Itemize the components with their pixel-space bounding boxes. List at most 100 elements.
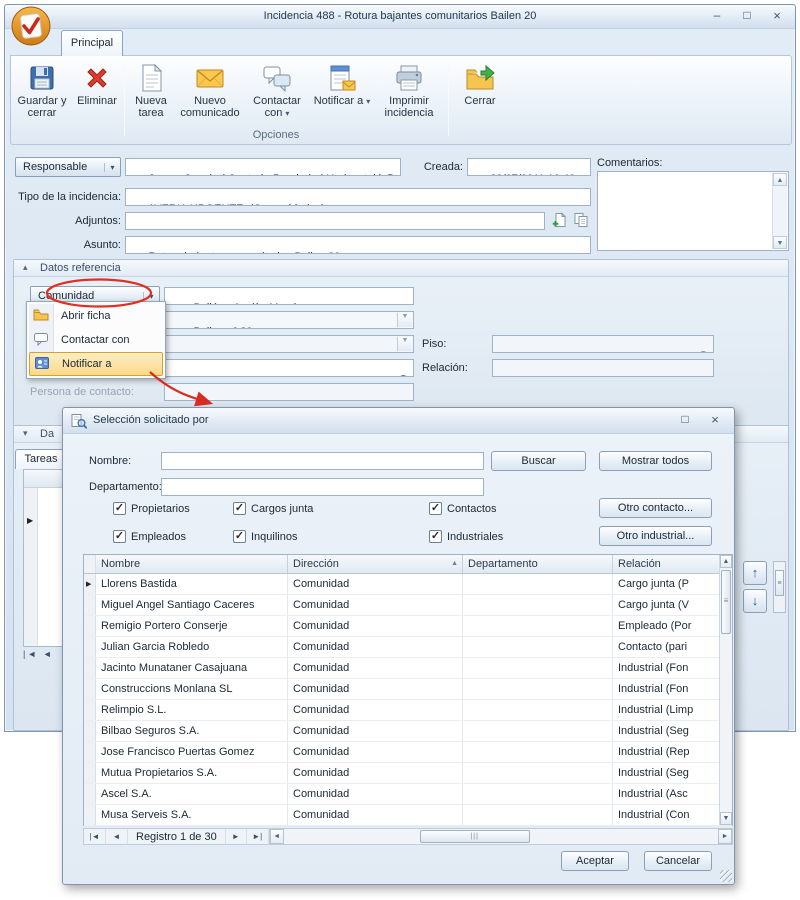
resize-grip[interactable]: [720, 870, 732, 882]
nombre-input[interactable]: [161, 452, 484, 470]
departamento-input[interactable]: [161, 478, 484, 496]
search-icon[interactable]: [667, 338, 711, 353]
relacion-field[interactable]: [492, 359, 714, 377]
collapse-icon[interactable]: ▴: [23, 262, 28, 273]
comunidad-field[interactable]: Bailén - Ausiàs March: [164, 287, 414, 305]
otro-industrial-button[interactable]: Otro industrial...: [599, 526, 712, 546]
scroll-down-icon[interactable]: ▼: [720, 812, 732, 825]
scrollbar-thumb[interactable]: |||: [420, 830, 530, 843]
first-record-button[interactable]: |◄: [84, 829, 106, 844]
tab-principal[interactable]: Principal: [61, 30, 123, 56]
direccion-field[interactable]: Bailen nº 20 ▼: [164, 311, 414, 329]
close-icon[interactable]: ×: [706, 412, 724, 428]
menu-item-abrir-ficha[interactable]: Abrir ficha: [29, 304, 163, 328]
move-up-button[interactable]: ↑: [743, 561, 767, 585]
contact-with-button[interactable]: Contactar con ▾: [245, 59, 309, 131]
new-task-button[interactable]: Nueva tarea: [127, 59, 175, 131]
dialog-titlebar[interactable]: Selección solicitado por □ ×: [63, 408, 734, 434]
expand-icon[interactable]: ▾: [23, 428, 28, 439]
table-vertical-scrollbar[interactable]: ▲ ≡ ▼: [719, 555, 732, 825]
checkbox-inquilinos[interactable]: ✓ Inquilinos: [233, 530, 297, 543]
dropdown-arrow-icon[interactable]: ▼: [397, 313, 412, 327]
comentarios-textarea[interactable]: ▲ ▼: [597, 171, 789, 251]
scrollbar-thumb[interactable]: ≡: [775, 570, 784, 596]
aceptar-button[interactable]: Aceptar: [561, 851, 629, 871]
checkbox-cargos-junta[interactable]: ✓ Cargos junta: [233, 502, 313, 515]
search-icon[interactable]: [367, 362, 411, 377]
adjuntos-field[interactable]: [125, 212, 545, 230]
print-incident-button[interactable]: Imprimir incidencia: [379, 59, 439, 131]
table-row[interactable]: Miguel Angel Santiago Caceres Comunidad …: [84, 595, 732, 616]
tareas-grid-navigator[interactable]: |◄ ◄: [23, 649, 54, 659]
table-horizontal-scrollbar[interactable]: ◄ ||| ►: [269, 829, 732, 844]
last-record-button[interactable]: ►|: [247, 829, 269, 844]
menu-item-contactar-con[interactable]: Contactar con: [29, 328, 163, 352]
delete-button[interactable]: Eliminar: [71, 59, 123, 131]
responsable-dropdown-button[interactable]: Responsable ▾: [15, 157, 121, 177]
tipo-field[interactable]: AVERIA URGENTE (Comunidades): [125, 188, 591, 206]
table-row[interactable]: Jacinto Munataner Casajuana Comunidad In…: [84, 658, 732, 679]
next-record-button[interactable]: ►: [225, 829, 247, 844]
table-row[interactable]: Ascel S.A. Comunidad Industrial (Asc: [84, 784, 732, 805]
header-relacion[interactable]: Relación: [613, 555, 721, 573]
header-direccion[interactable]: Dirección▲: [288, 555, 463, 573]
table-row[interactable]: Bilbao Seguros S.A. Comunidad Industrial…: [84, 721, 732, 742]
minimize-icon[interactable]: –: [707, 8, 727, 24]
checkbox-empleados[interactable]: ✓ Empleados: [113, 530, 186, 543]
prev-record-button[interactable]: ◄: [106, 829, 128, 844]
table-row[interactable]: Jose Francisco Puertas Gomez Comunidad I…: [84, 742, 732, 763]
table-row[interactable]: Mutua Propietarios S.A. Comunidad Indust…: [84, 763, 732, 784]
check-icon: ✓: [233, 530, 246, 543]
save-close-button[interactable]: Guardar y cerrar: [13, 59, 71, 131]
scrollbar-thumb[interactable]: ≡: [721, 570, 731, 634]
mostrar-todos-button[interactable]: Mostrar todos: [599, 451, 712, 471]
copy-icon[interactable]: [573, 212, 589, 231]
zona-field[interactable]: ▼: [164, 335, 414, 353]
cell-nombre: Llorens Bastida: [96, 574, 288, 594]
dropdown-arrow-icon[interactable]: ▼: [397, 337, 412, 351]
prev-record-icon[interactable]: ◄: [43, 649, 54, 659]
header-nombre[interactable]: Nombre: [96, 555, 288, 573]
table-row[interactable]: Relimpio S.L. Comunidad Industrial (Limp: [84, 700, 732, 721]
notify-to-button[interactable]: Notificar a ▾: [311, 59, 373, 131]
responsable-field[interactable]: Jaume Jurado ( Central - Propiedad Horiz…: [125, 158, 401, 176]
cell-nombre: Remigio Portero Conserje: [96, 616, 288, 636]
table-row[interactable]: Julian Garcia Robledo Comunidad Contacto…: [84, 637, 732, 658]
datos-referencia-header[interactable]: ▴ Datos referencia: [14, 260, 788, 277]
solicitado-field[interactable]: [164, 359, 414, 377]
header-departamento[interactable]: Departamento: [463, 555, 613, 573]
comentarios-scrollbar[interactable]: ▲ ▼: [772, 173, 787, 249]
relacion-label: Relación:: [422, 362, 468, 374]
move-down-button[interactable]: ↓: [743, 589, 767, 613]
checkbox-contactos[interactable]: ✓ Contactos: [429, 502, 497, 515]
creada-field[interactable]: 29/07/2011 10:46: [467, 158, 591, 176]
table-row[interactable]: ▶ Llorens Bastida Comunidad Cargo junta …: [84, 574, 732, 595]
window-titlebar[interactable]: Incidencia 488 - Rotura bajantes comunit…: [5, 5, 795, 29]
piso-field[interactable]: [492, 335, 714, 353]
tab-tareas[interactable]: Tareas: [15, 449, 67, 469]
menu-item-notificar-a[interactable]: Notificar a: [29, 352, 163, 376]
search-icon[interactable]: [361, 161, 398, 176]
background-scrollbar[interactable]: ≡: [773, 561, 786, 613]
table-row[interactable]: Remigio Portero Conserje Comunidad Emple…: [84, 616, 732, 637]
checkbox-propietarios[interactable]: ✓ Propietarios: [113, 502, 190, 515]
otro-contacto-button[interactable]: Otro contacto...: [599, 498, 712, 518]
buscar-button[interactable]: Buscar: [491, 451, 586, 471]
close-window-button[interactable]: Cerrar: [453, 59, 507, 131]
cell-relacion: Industrial (Seg: [613, 721, 721, 741]
asunto-field[interactable]: Rotura bajantes comunitarios Bailen 20: [125, 236, 591, 254]
maximize-icon[interactable]: □: [676, 412, 694, 428]
persona-contacto-field[interactable]: [164, 383, 414, 401]
table-row[interactable]: Construccions Monlana SL Comunidad Indus…: [84, 679, 732, 700]
first-record-icon[interactable]: |◄: [23, 649, 38, 659]
maximize-icon[interactable]: □: [737, 8, 757, 24]
close-icon[interactable]: ×: [767, 8, 787, 24]
table-row[interactable]: Musa Serveis S.A. Comunidad Industrial (…: [84, 805, 732, 826]
cancelar-button[interactable]: Cancelar: [644, 851, 712, 871]
scroll-up-icon[interactable]: ▲: [720, 555, 732, 568]
scroll-left-icon[interactable]: ◄: [270, 829, 284, 844]
attach-add-icon[interactable]: [551, 212, 567, 231]
scroll-right-icon[interactable]: ►: [718, 829, 732, 844]
new-communication-button[interactable]: Nuevo comunicado: [177, 59, 243, 131]
checkbox-industriales[interactable]: ✓ Industriales: [429, 530, 503, 543]
